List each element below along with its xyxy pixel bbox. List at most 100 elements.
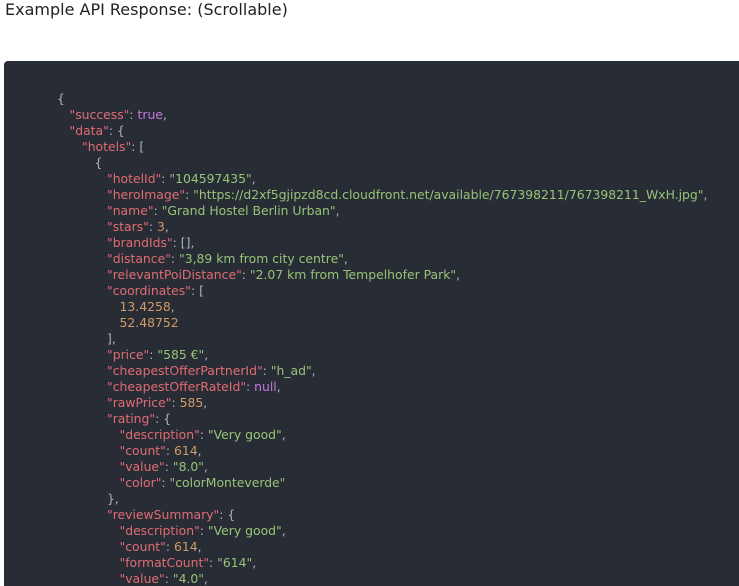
json-key: "data"	[69, 123, 109, 138]
json-punctuation: {	[57, 91, 65, 106]
code-line: {	[4, 91, 707, 107]
json-key: "value"	[119, 459, 165, 474]
json-punctuation: ,	[335, 203, 340, 218]
json-punctuation: :	[164, 459, 173, 474]
code-line: "color": "colorMonteverde"	[4, 475, 707, 491]
json-punctuation: ],	[107, 331, 116, 346]
json-string: "585 €"	[157, 347, 205, 362]
json-key: "heroImage"	[107, 187, 186, 202]
code-line: "hotels": [	[4, 139, 707, 155]
json-punctuation: :	[171, 395, 180, 410]
json-key: "rawPrice"	[107, 395, 172, 410]
json-key: "cheapestOfferPartnerId"	[107, 363, 263, 378]
json-string: "Very good"	[207, 523, 282, 538]
json-punctuation: ,	[203, 571, 208, 586]
code-line: 52.48752	[4, 315, 707, 331]
json-key: "rating"	[107, 411, 156, 426]
json-punctuation: :	[185, 187, 194, 202]
json-punctuation: :	[199, 427, 208, 442]
code-line: "reviewSummary": {	[4, 507, 707, 523]
json-number: 585	[179, 395, 204, 410]
json-key: "name"	[107, 203, 154, 218]
code-line: "stars": 3,	[4, 219, 707, 235]
json-key: "price"	[107, 347, 150, 362]
code-line: "success": true,	[4, 107, 707, 123]
json-punctuation: :	[165, 539, 174, 554]
code-line: ],	[4, 331, 707, 347]
section-heading: Example API Response: (Scrollable)	[5, 0, 288, 19]
json-punctuation: : {	[219, 507, 236, 522]
json-key: "success"	[69, 107, 130, 122]
code-line: "relevantPoiDistance": "2.07 km from Tem…	[4, 267, 707, 283]
json-punctuation: ,	[197, 443, 202, 458]
json-number: 13.4258	[119, 299, 171, 314]
code-line: "count": 614,	[4, 443, 707, 459]
json-punctuation: :	[165, 443, 174, 458]
json-string: "https://d2xf5gjipzd8cd.cloudfront.net/a…	[193, 187, 704, 202]
json-punctuation: },	[107, 491, 119, 506]
json-punctuation: ,	[170, 299, 175, 314]
json-punctuation: :	[148, 219, 157, 234]
json-string: "614"	[217, 555, 253, 570]
json-punctuation: :	[129, 107, 138, 122]
json-key: "color"	[119, 475, 162, 490]
json-key: "count"	[119, 539, 166, 554]
json-string: "3,89 km from city centre"	[179, 251, 344, 266]
code-line: "hotelId": "104597435",	[4, 171, 707, 187]
code-line: "rawPrice": 585,	[4, 395, 707, 411]
code-line: "value": "4.0",	[4, 571, 707, 586]
code-line: {	[4, 155, 707, 171]
json-punctuation: :	[262, 363, 271, 378]
json-key: "stars"	[107, 219, 149, 234]
code-line: "heroImage": "https://d2xf5gjipzd8cd.clo…	[4, 187, 707, 203]
json-literal: null	[254, 379, 277, 394]
json-key: "hotelId"	[107, 171, 162, 186]
json-punctuation: {	[94, 155, 103, 170]
json-punctuation: ,	[204, 347, 209, 362]
json-number: 52.48752	[119, 315, 179, 330]
json-punctuation: ,	[203, 395, 208, 410]
code-line: "coordinates": [	[4, 283, 707, 299]
json-punctuation: :	[170, 251, 180, 266]
json-key: "hotels"	[82, 139, 132, 154]
code-line: "description": "Very good",	[4, 523, 707, 539]
json-punctuation: ,	[251, 171, 256, 186]
json-string: "2.07 km from Tempelhofer Park"	[249, 267, 457, 282]
json-string: "colorMonteverde"	[169, 475, 286, 490]
json-punctuation: :	[199, 523, 208, 538]
json-punctuation: ,	[203, 459, 208, 474]
code-line: "count": 614,	[4, 539, 707, 555]
json-punctuation: ,	[343, 251, 348, 266]
json-key: "brandIds"	[107, 235, 173, 250]
json-key: "distance"	[107, 251, 171, 266]
json-string: "h_ad"	[270, 363, 312, 378]
json-string: "Very good"	[207, 427, 282, 442]
json-key: "count"	[119, 443, 166, 458]
json-key: "value"	[119, 571, 165, 586]
json-punctuation: ,	[164, 219, 169, 234]
json-key: "description"	[119, 427, 200, 442]
json-string: "8.0"	[172, 459, 204, 474]
json-punctuation: ,	[162, 107, 167, 122]
json-punctuation: :	[161, 475, 170, 490]
code-line: "cheapestOfferRateId": null,	[4, 379, 707, 395]
code-line: "brandIds": [],	[4, 235, 707, 251]
json-literal: true	[137, 107, 163, 122]
json-number: 614	[173, 539, 198, 554]
json-key: "coordinates"	[107, 283, 191, 298]
json-string: "Grand Hostel Berlin Urban"	[161, 203, 336, 218]
json-number: 614	[173, 443, 198, 458]
code-line: "formatCount": "614",	[4, 555, 707, 571]
json-punctuation: : {	[155, 411, 172, 426]
api-response-code-block[interactable]: {"success": true, "data": {"hotels": [{"h…	[4, 61, 739, 586]
json-key: "cheapestOfferRateId"	[107, 379, 247, 394]
json-punctuation: :	[241, 267, 250, 282]
code-line: "data": {	[4, 123, 707, 139]
json-punctuation: :	[164, 571, 173, 586]
code-line: "description": "Very good",	[4, 427, 707, 443]
json-string: "4.0"	[172, 571, 204, 586]
json-code: {"success": true, "data": {"hotels": [{"h…	[4, 91, 707, 586]
json-punctuation: ,	[276, 379, 281, 394]
json-punctuation: ,	[311, 363, 316, 378]
code-line: "name": "Grand Hostel Berlin Urban",	[4, 203, 707, 219]
